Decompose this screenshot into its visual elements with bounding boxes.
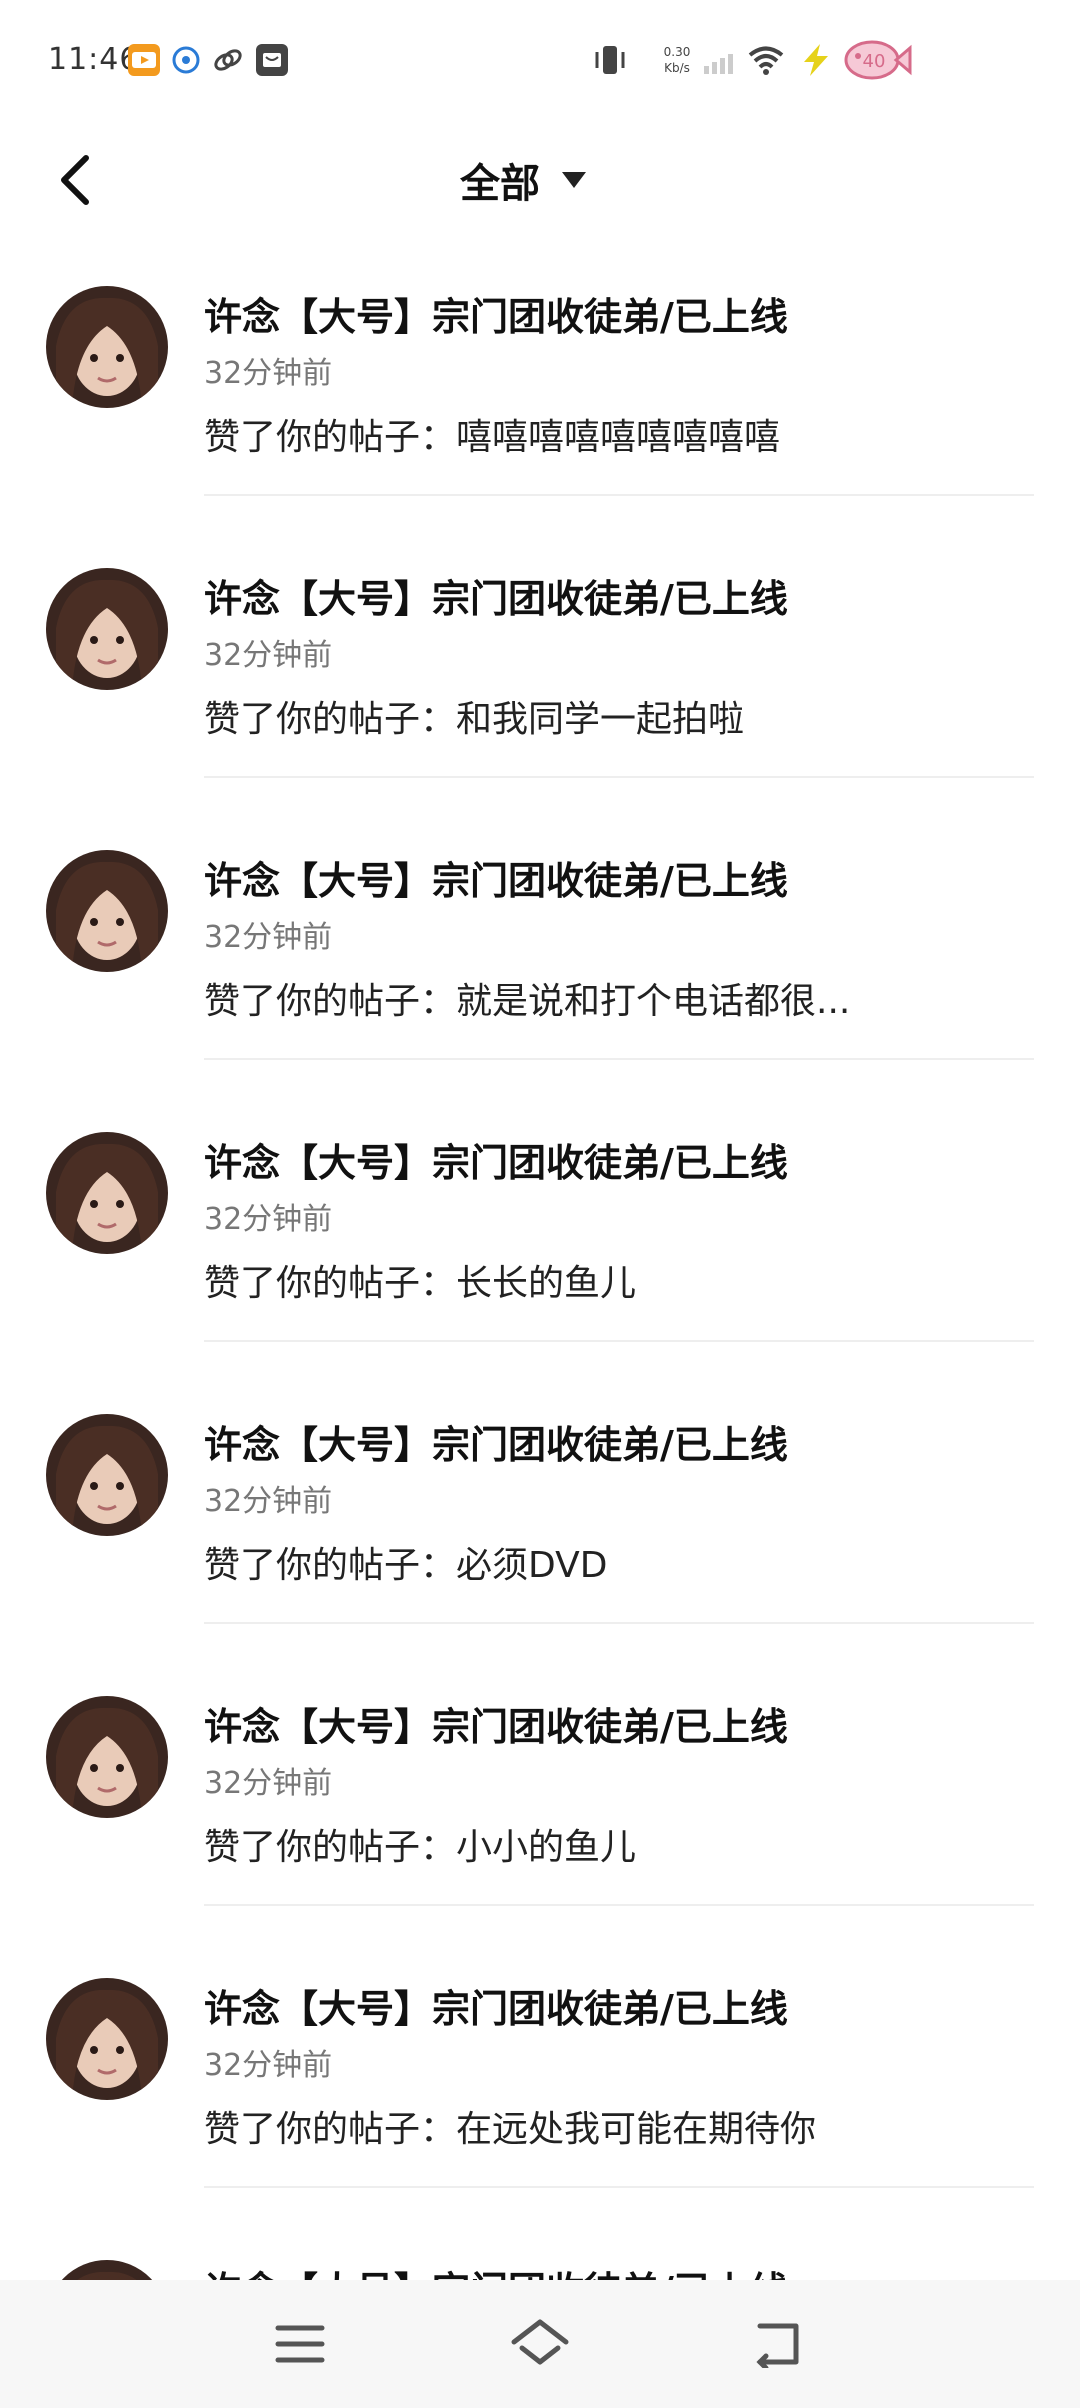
item-action-text: 赞了你的帖子：小小的鱼儿 bbox=[204, 1827, 637, 1868]
link-app-icon bbox=[212, 44, 244, 76]
video-app-icon bbox=[128, 44, 160, 76]
divider bbox=[204, 1058, 1034, 1060]
list-item[interactable]: 许念【大号】宗门团收徒弟/已上线 32分钟前 赞了你的帖子：嘻嘻嘻嘻嘻嘻嘻嘻嘻 bbox=[0, 250, 1080, 532]
menu-icon bbox=[275, 2325, 325, 2363]
back-button[interactable] bbox=[44, 150, 104, 210]
list-item[interactable]: 许念【大号】宗门团收徒弟/已上线 32分钟前 赞了你的帖子：在远处我可能在期待你 bbox=[0, 1942, 1080, 2224]
vibrate-icon bbox=[590, 40, 630, 84]
page-title: 全部 bbox=[460, 161, 540, 207]
item-username: 许念【大号】宗门团收徒弟/已上线 bbox=[204, 1423, 788, 1467]
divider bbox=[204, 776, 1034, 778]
screen: 11:46 0.30 Kb/s 40 全部 许念【大号】宗门团收徒弟/已上线 3… bbox=[0, 0, 1080, 2408]
net-speed-value: 0.30 bbox=[663, 45, 691, 59]
avatar[interactable] bbox=[46, 1696, 168, 1818]
avatar[interactable] bbox=[46, 850, 168, 972]
item-username: 许念【大号】宗门团收徒弟/已上线 bbox=[204, 1987, 788, 2031]
avatar[interactable] bbox=[46, 286, 168, 408]
item-action-text: 赞了你的帖子：必须DVD bbox=[204, 1545, 608, 1586]
back-icon bbox=[756, 2323, 799, 2368]
header: 全部 bbox=[0, 120, 1080, 240]
list-item[interactable]: 许念【大号】宗门团收徒弟/已上线 32分钟前 赞了你的帖子：和我同学一起拍啦 bbox=[0, 532, 1080, 814]
signal-icon bbox=[700, 40, 740, 84]
net-speed: 0.30 Kb/s bbox=[654, 44, 700, 76]
item-time: 32分钟前 bbox=[204, 2048, 333, 2083]
avatar[interactable] bbox=[46, 1414, 168, 1536]
item-time: 32分钟前 bbox=[204, 1484, 333, 1519]
item-action-text: 赞了你的帖子：在远处我可能在期待你 bbox=[204, 2109, 817, 2150]
item-username: 许念【大号】宗门团收徒弟/已上线 bbox=[204, 1141, 788, 1185]
item-action-text: 赞了你的帖子：长长的鱼儿 bbox=[204, 1263, 637, 1304]
caret-down-icon bbox=[562, 172, 586, 188]
home-button[interactable] bbox=[500, 2304, 580, 2384]
battery-icon: 40 bbox=[842, 36, 912, 88]
notification-list[interactable]: 许念【大号】宗门团收徒弟/已上线 32分钟前 赞了你的帖子：嘻嘻嘻嘻嘻嘻嘻嘻嘻 … bbox=[0, 250, 1080, 2280]
net-speed-unit: Kb/s bbox=[664, 61, 690, 75]
item-username: 许念【大号】宗门团收徒弟/已上线 bbox=[204, 1705, 788, 1749]
avatar[interactable] bbox=[46, 568, 168, 690]
item-username: 许念【大号】宗门团收徒弟/已上线 bbox=[204, 577, 788, 621]
item-time: 32分钟前 bbox=[204, 638, 333, 673]
battery-level-text: 40 bbox=[863, 51, 886, 72]
list-item[interactable]: 许念【大号】宗门团收徒弟/已上线 32分钟前 赞了你的帖子：必须DVD bbox=[0, 1378, 1080, 1660]
item-username: 许念【大号】宗门团收徒弟/已上线 bbox=[204, 2260, 788, 2280]
item-time: 32分钟前 bbox=[204, 920, 333, 955]
item-action-text: 赞了你的帖子：就是说和打个电话都很... bbox=[204, 981, 851, 1022]
list-item[interactable]: 许念【大号】宗门团收徒弟/已上线 32分钟前 赞了你的帖子：小小的鱼儿 bbox=[0, 1660, 1080, 1942]
back-chevron-icon bbox=[61, 155, 89, 205]
list-item[interactable]: 许念【大号】宗门团收徒弟/已上线 bbox=[0, 2224, 1080, 2280]
avatar[interactable] bbox=[46, 2260, 168, 2280]
list-item[interactable]: 许念【大号】宗门团收徒弟/已上线 32分钟前 赞了你的帖子：长长的鱼儿 bbox=[0, 1096, 1080, 1378]
divider bbox=[204, 1340, 1034, 1342]
wifi-icon bbox=[746, 40, 786, 84]
avatar[interactable] bbox=[46, 1978, 168, 2100]
divider bbox=[204, 494, 1034, 496]
status-time: 11:46 bbox=[48, 42, 140, 77]
item-action-text: 赞了你的帖子：嘻嘻嘻嘻嘻嘻嘻嘻嘻 bbox=[204, 417, 781, 458]
system-nav-bar bbox=[0, 2280, 1080, 2408]
charging-icon bbox=[796, 40, 836, 84]
list-item[interactable]: 许念【大号】宗门团收徒弟/已上线 32分钟前 赞了你的帖子：就是说和打个电话都很… bbox=[0, 814, 1080, 1096]
menu-button[interactable] bbox=[260, 2304, 340, 2384]
home-icon bbox=[511, 2319, 569, 2365]
item-time: 32分钟前 bbox=[204, 1766, 333, 1801]
divider bbox=[204, 1904, 1034, 1906]
avatar[interactable] bbox=[46, 1132, 168, 1254]
item-action-text: 赞了你的帖子：和我同学一起拍啦 bbox=[204, 699, 745, 740]
divider bbox=[204, 1622, 1034, 1624]
iflytek-app-icon bbox=[170, 44, 202, 76]
item-time: 32分钟前 bbox=[204, 1202, 333, 1237]
filter-dropdown[interactable]: 全部 bbox=[460, 148, 588, 212]
message-app-icon bbox=[256, 44, 288, 76]
divider bbox=[204, 2186, 1034, 2188]
item-username: 许念【大号】宗门团收徒弟/已上线 bbox=[204, 859, 788, 903]
item-time: 32分钟前 bbox=[204, 356, 333, 391]
back-nav-button[interactable] bbox=[740, 2304, 820, 2384]
status-bar: 11:46 0.30 Kb/s 40 bbox=[0, 0, 1080, 120]
item-username: 许念【大号】宗门团收徒弟/已上线 bbox=[204, 295, 788, 339]
